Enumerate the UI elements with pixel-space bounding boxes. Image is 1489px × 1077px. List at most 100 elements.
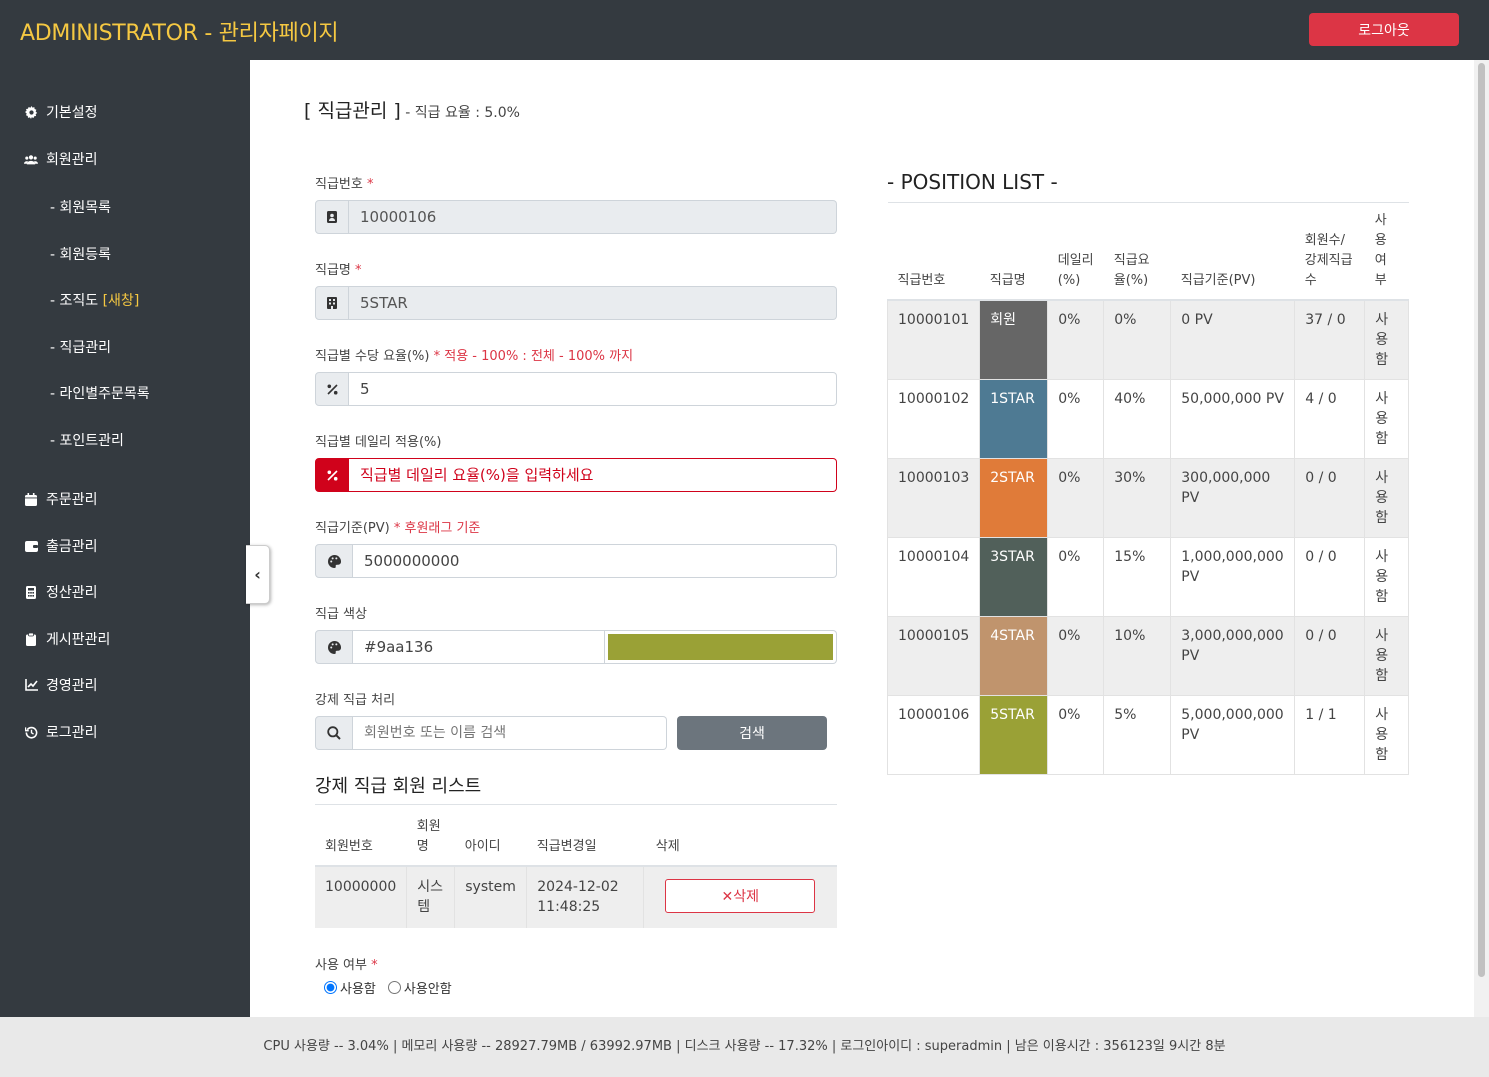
sidebar-item-boards[interactable]: 게시판관리 [24, 629, 110, 649]
table-row[interactable]: 10000101 회원 0% 0% 0 PV 37 / 0 사용함 [886, 300, 1409, 380]
radio-label: 사용함 [340, 982, 376, 997]
color-group [315, 630, 837, 664]
rate-cell: 15% [1103, 537, 1172, 617]
position-no-cell: 10000101 [886, 300, 981, 380]
sidebar-sub-position-management[interactable]: - 직급관리 [50, 337, 111, 357]
color-hex-field[interactable] [353, 630, 605, 664]
sidebar-sub-org-chart[interactable]: - 조직도 [새창] [50, 290, 139, 310]
page-scrollbar[interactable] [1474, 60, 1489, 1017]
member-no-cell: 10000000 [315, 866, 408, 928]
radio-unused-input[interactable] [387, 981, 401, 994]
table-header-row: 직급번호 직급명 데일리(%) 직급요율(%) 직급기준(PV) 회원수/강제직… [887, 202, 1409, 301]
rate-cell: 5% [1103, 695, 1172, 775]
column-header: 사용여부 [1364, 202, 1409, 301]
logout-button[interactable]: 로그아웃 [1309, 13, 1459, 46]
top-bar: ADMINISTRATOR - 관리자페이지 로그아웃 [0, 0, 1489, 60]
position-name-field[interactable] [349, 286, 837, 320]
changed-date-cell: 2024-12-02 11:48:25 [526, 866, 645, 928]
sidebar-sub-member-list[interactable]: - 회원목록 [50, 197, 111, 217]
sidebar-sub-points[interactable]: - 포인트관리 [50, 430, 124, 450]
daily-rate-field[interactable] [349, 458, 837, 492]
label-text: 직급기준(PV) [315, 521, 390, 536]
sidebar-item-management[interactable]: 경영관리 [24, 675, 98, 695]
color-swatch [608, 634, 833, 660]
required-mark: * [389, 521, 401, 536]
new-window-badge: [새창] [102, 293, 140, 309]
daily-rate-label: 직급별 데일리 적용(%) [315, 435, 442, 450]
table-row: 10000000 시스템 system 2024-12-02 11:48:25 … [315, 866, 837, 928]
percent-icon [315, 458, 349, 492]
page-title-text: [ 직급관리 ] [304, 100, 401, 122]
palette-icon [315, 630, 353, 664]
sidebar-item-settlement[interactable]: 정산관리 [24, 582, 98, 602]
color-picker[interactable] [605, 630, 837, 664]
pv-cell: 1,000,000,000 PV [1170, 537, 1296, 617]
delete-cell: ✕삭제 [643, 866, 837, 928]
search-button[interactable]: 검색 [677, 716, 827, 750]
rate-cell: 0% [1103, 300, 1172, 380]
sidebar-item-label: 주문관리 [46, 492, 98, 508]
member-search-input[interactable] [353, 716, 667, 750]
sidebar-item-label: 경영관리 [46, 678, 98, 694]
rate-cell: 40% [1103, 379, 1172, 459]
position-no-cell: 10000105 [886, 616, 981, 696]
column-header: 직급변경일 [526, 806, 644, 867]
sidebar-item-label: 회원관리 [46, 152, 98, 168]
sidebar-item-label: 기본설정 [46, 105, 98, 121]
column-header: 데일리(%) [1047, 202, 1104, 301]
sidebar-item-basic-settings[interactable]: 기본설정 [24, 102, 98, 122]
use-cell: 사용함 [1364, 379, 1409, 459]
page-title: [ 직급관리 ] - 직급 요율 : 5.0% [304, 96, 520, 123]
column-header: 회원명 [406, 806, 455, 867]
use-cell: 사용함 [1364, 695, 1409, 775]
pv-cell: 3,000,000,000 PV [1170, 616, 1296, 696]
position-name-cell: 4STAR [979, 616, 1049, 696]
use-cell: 사용함 [1364, 458, 1409, 538]
table-row[interactable]: 10000105 4STAR 0% 10% 3,000,000,000 PV 0… [886, 616, 1409, 696]
pv-cell: 300,000,000 PV [1170, 458, 1296, 538]
force-position-label: 강제 직급 처리 [315, 693, 396, 708]
required-mark: * [366, 958, 378, 973]
label-text: 사용 여부 [315, 958, 367, 973]
table-row[interactable]: 10000104 3STAR 0% 15% 1,000,000,000 PV 0… [886, 537, 1409, 617]
table-row[interactable]: 10000103 2STAR 0% 30% 300,000,000 PV 0 /… [886, 458, 1409, 538]
position-no-cell: 10000102 [886, 379, 981, 459]
pv-criteria-group [315, 544, 837, 578]
label-text: 직급명 [315, 263, 351, 278]
commission-rate-field[interactable] [349, 372, 837, 406]
use-cell: 사용함 [1364, 616, 1409, 696]
sidebar-item-orders[interactable]: 주문관리 [24, 489, 98, 509]
position-no-group [315, 200, 837, 234]
radio-use-input[interactable] [324, 981, 337, 994]
column-header: 회원번호 [315, 806, 407, 867]
scrollbar-thumb[interactable] [1478, 63, 1485, 977]
radio-use[interactable]: 사용함 [324, 978, 376, 997]
table-row[interactable]: 10000106 5STAR 0% 5% 5,000,000,000 PV 1 … [886, 695, 1409, 775]
count-cell: 37 / 0 [1294, 300, 1366, 380]
delete-label: 삭제 [733, 889, 760, 905]
delete-button[interactable]: ✕삭제 [665, 879, 816, 913]
position-no-field[interactable] [349, 200, 837, 234]
column-header: 삭제 [643, 806, 837, 867]
history-icon [24, 725, 38, 739]
color-label: 직급 색상 [315, 607, 367, 622]
table-header-row: 회원번호 회원명 아이디 직급변경일 삭제 [315, 806, 837, 867]
line-chart-icon [24, 678, 38, 692]
sidebar-collapse-button[interactable]: ‹ [246, 545, 270, 604]
member-name-cell: 시스템 [406, 866, 456, 928]
commission-rate-label: 직급별 수당 요율(%) * 적용 - 100% : 전체 - 100% 까지 [315, 345, 633, 364]
pv-criteria-field[interactable] [353, 544, 837, 578]
count-cell: 0 / 0 [1294, 458, 1366, 538]
sidebar-item-logs[interactable]: 로그관리 [24, 722, 98, 742]
member-id-cell: system [454, 866, 528, 928]
daily-rate-group [315, 458, 837, 492]
position-name-cell: 5STAR [979, 695, 1049, 775]
radio-unused[interactable]: 사용안함 [387, 978, 452, 997]
position-name-cell: 회원 [979, 300, 1049, 380]
sidebar-item-withdrawals[interactable]: 출금관리 [24, 536, 98, 556]
sidebar-sub-member-register[interactable]: - 회원등록 [50, 244, 111, 264]
sidebar-item-members[interactable]: 회원관리 [24, 149, 98, 169]
gear-icon [24, 105, 38, 119]
table-row[interactable]: 10000102 1STAR 0% 40% 50,000,000 PV 4 / … [886, 379, 1409, 459]
sidebar-sub-line-orders[interactable]: - 라인별주문목록 [50, 383, 150, 403]
